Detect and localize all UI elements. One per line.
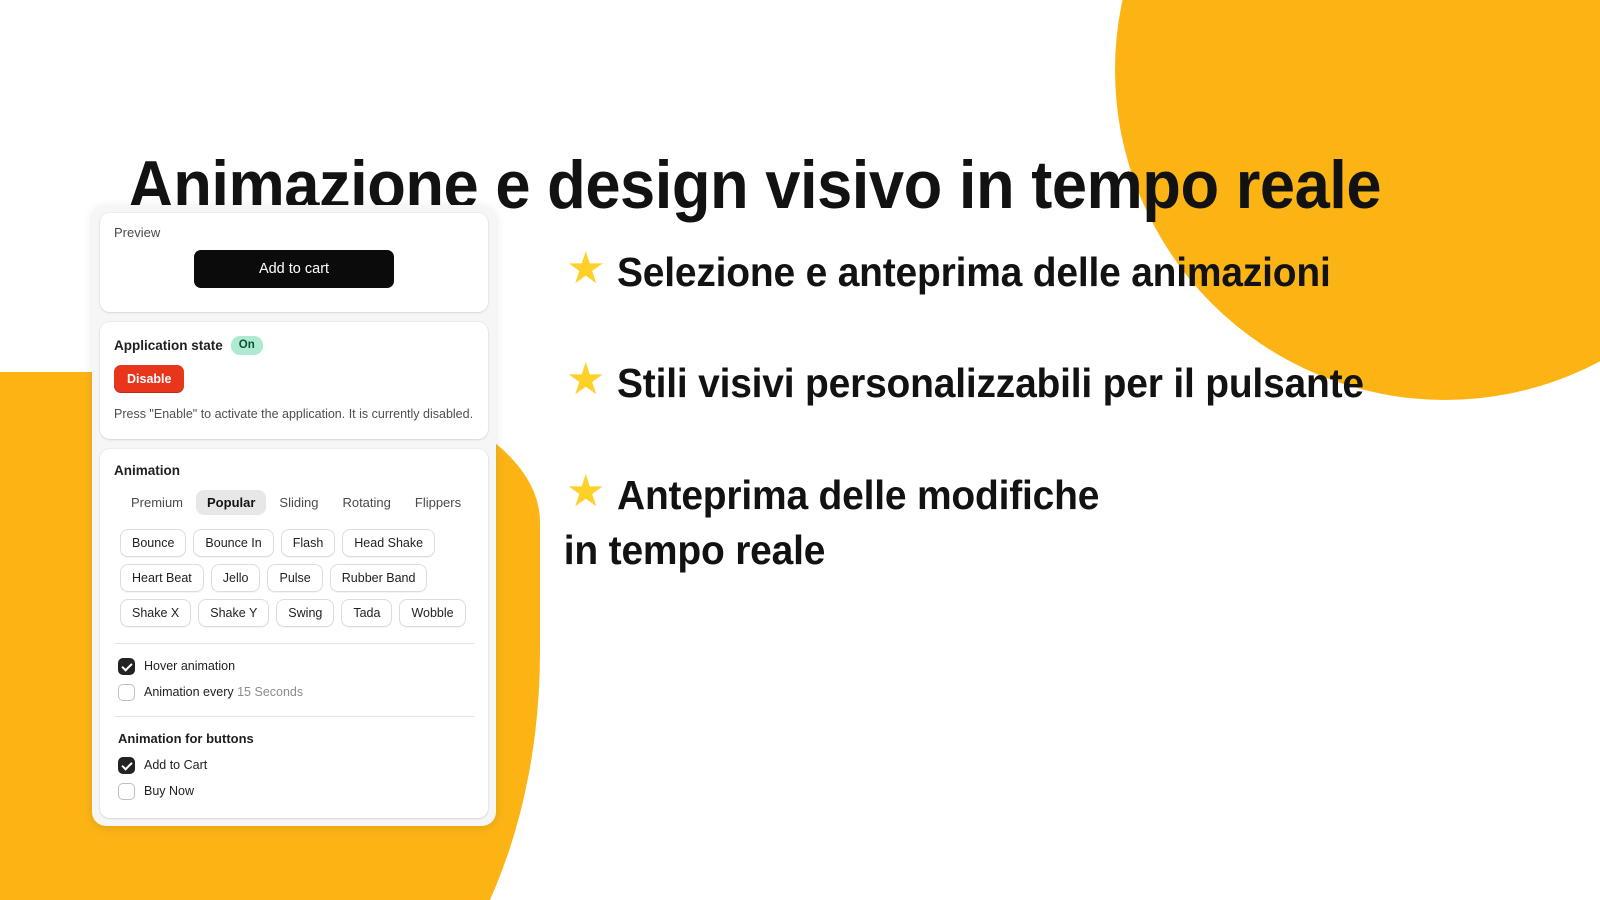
option-label: Buy Now [144,784,194,798]
animation-chip-swing[interactable]: Swing [276,598,335,627]
animation-section-title: Animation [114,462,180,478]
animation-chip-bounce[interactable]: Bounce [120,528,187,557]
app-settings-panel: Preview Add to cart Application state On… [92,205,496,826]
option-row[interactable]: Animation every 15 Seconds [114,683,474,701]
animation-for-buttons-title: Animation for buttons [118,730,254,746]
animation-button-options-list: Add to Cart Buy Now [114,756,474,800]
tab-premium[interactable]: Premium [120,490,194,515]
star-icon: ★ [566,466,606,516]
tab-rotating[interactable]: Rotating [331,490,401,515]
animation-chip-list: Bounce Bounce In Flash Head Shake Heart Beat… [114,528,474,627]
option-label-text: Animation every [144,685,238,700]
option-label: Add to Cart [144,758,207,772]
animation-chip-head-shake[interactable]: Head Shake [342,528,436,557]
animation-chip-shake-x[interactable]: Shake X [120,598,192,627]
tab-popular[interactable]: Popular [196,489,267,515]
application-state-header: Application state On [114,336,474,355]
add-to-cart-button[interactable]: Add to cart [194,250,394,288]
preview-card: Preview Add to cart [100,213,488,312]
tab-sliding[interactable]: Sliding [268,490,329,515]
feature-item: ★ Stili visivi personalizzabili per il p… [566,356,1566,411]
animation-chip-heart-beat[interactable]: Heart Beat [120,563,204,592]
animation-chip-tada[interactable]: Tada [341,598,393,627]
option-row[interactable]: Buy Now [114,782,474,800]
feature-item: ★ Selezione e anteprima delle animazioni [566,245,1566,300]
application-state-card: Application state On Disable Press "Enab… [100,322,488,439]
star-icon: ★ [566,244,606,293]
feature-text: Stili visivi personalizzabili per il pul… [617,360,1365,407]
application-state-label: Application state [114,337,223,353]
divider [114,715,474,717]
animation-chip-flash[interactable]: Flash [280,528,336,557]
feature-text: Selezione e anteprima delle animazioni [617,249,1332,295]
star-icon: ★ [566,355,606,405]
disable-button[interactable]: Disable [114,364,185,393]
animation-chip-rubber-band[interactable]: Rubber Band [329,563,428,592]
feature-list: ★ Selezione e anteprima delle animazioni… [564,245,1566,634]
preview-label: Preview [114,225,161,240]
feature-item: ★ Anteprima delle modifiche in tempo real… [564,466,1566,579]
preview-stage: Add to cart [114,248,474,294]
application-state-help-text: Press "Enable" to activate the applicati… [114,406,474,421]
tab-flippers[interactable]: Flippers [404,490,472,515]
checkbox-animation-every[interactable] [118,683,135,701]
option-label-text: Hover animation [144,659,236,674]
option-row[interactable]: Hover animation [114,657,474,675]
animation-chip-shake-y[interactable]: Shake Y [198,598,270,627]
option-label: Hover animation [144,659,235,673]
animation-chip-jello[interactable]: Jello [210,563,261,592]
option-label: Animation every 15 Seconds [144,685,303,699]
animation-category-tabs: Premium Popular Sliding Rotating Flippers [114,489,474,515]
status-badge: On [230,336,263,355]
divider [114,642,474,644]
option-label-text: Buy Now [144,784,195,799]
animation-chip-wobble[interactable]: Wobble [399,598,466,627]
animation-chip-pulse[interactable]: Pulse [267,563,323,592]
feature-text-line1: Anteprima delle modifiche [617,471,1100,518]
checkbox-hover-animation[interactable] [118,657,135,675]
option-label-text: Add to Cart [144,758,208,773]
animation-chip-bounce-in[interactable]: Bounce In [193,528,274,557]
animation-card: Animation Premium Popular Sliding Rotating F… [100,448,488,818]
checkbox-add-to-cart[interactable] [118,756,135,774]
option-row[interactable]: Add to Cart [114,756,474,774]
checkbox-buy-now[interactable] [118,782,135,800]
animation-options-list: Hover animation Animation every 15 Second… [114,657,474,701]
feature-text: Anteprima delle modifiche in tempo reale [564,468,1100,579]
option-label-value[interactable]: 15 Seconds [237,685,303,699]
feature-text-line2: in tempo reale [564,527,826,574]
